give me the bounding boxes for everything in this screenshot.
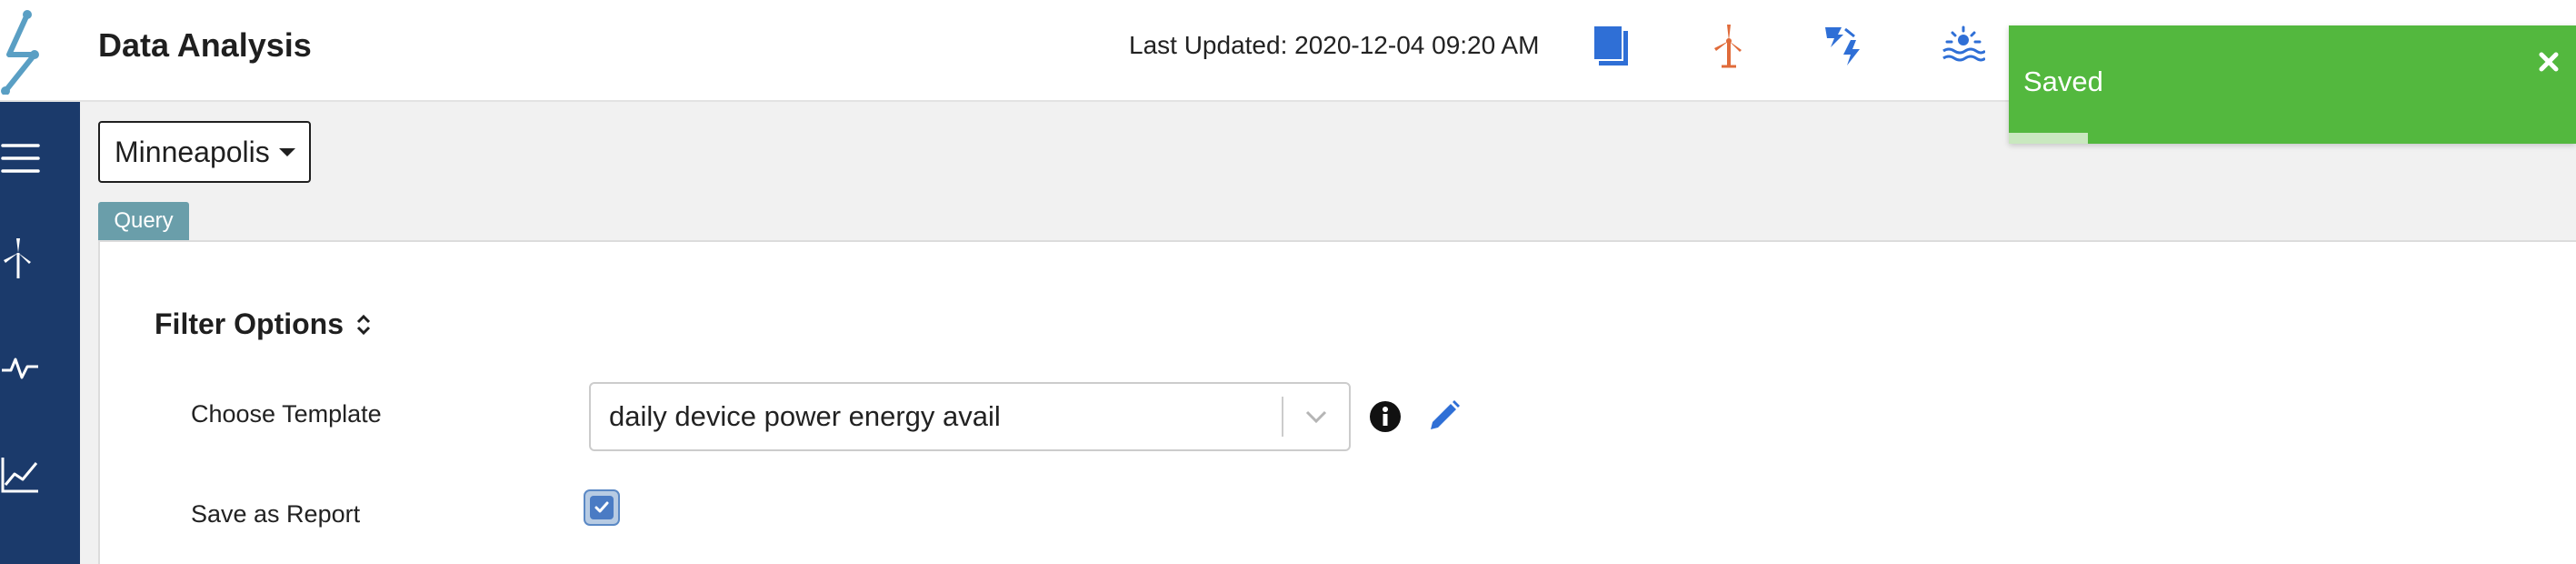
save-as-report-label: Save as Report xyxy=(191,500,361,528)
wind-turbine-icon xyxy=(4,238,31,278)
caret-down-icon xyxy=(278,147,295,156)
sidebar-item-menu[interactable] xyxy=(0,122,80,195)
template-select-value: daily device power energy avail xyxy=(609,400,1001,432)
last-updated-text: Last Updated: 2020-12-04 09:20 AM xyxy=(1129,31,1540,59)
wind-turbine-icon[interactable] xyxy=(1705,20,1752,71)
collapse-icon[interactable] xyxy=(354,310,373,339)
query-panel: Filter Options Choose Template daily dev… xyxy=(98,240,2576,564)
sidebar-item-analytics[interactable] xyxy=(0,438,80,511)
pulse-icon xyxy=(2,358,38,379)
sidebar-item-wind[interactable] xyxy=(0,222,80,295)
filter-options-header[interactable]: Filter Options xyxy=(155,307,373,341)
main-content: Minneapolis Query Filter Options Choose … xyxy=(80,102,2576,564)
close-icon[interactable] xyxy=(2536,49,2561,75)
tab-query[interactable]: Query xyxy=(98,202,189,240)
info-icon[interactable] xyxy=(1369,400,1402,433)
toast-progress-bar xyxy=(2009,133,2089,144)
choose-template-label: Choose Template xyxy=(191,400,382,428)
menu-icon xyxy=(1,144,40,173)
saved-toast: Saved xyxy=(2009,25,2576,144)
template-select[interactable]: daily device power energy avail xyxy=(589,382,1351,451)
location-dropdown[interactable]: Minneapolis xyxy=(98,121,311,183)
solar-water-icon[interactable] xyxy=(1940,20,1987,71)
app-logo[interactable] xyxy=(0,7,51,96)
sidebar-item-pulse[interactable] xyxy=(0,331,80,404)
chevron-down-icon[interactable] xyxy=(1283,383,1349,450)
page-title: Data Analysis xyxy=(98,26,312,64)
filter-options-title: Filter Options xyxy=(155,307,344,340)
sidebar xyxy=(0,102,80,564)
save-as-report-checkbox[interactable] xyxy=(584,489,620,526)
checkbox-check-icon xyxy=(590,496,614,519)
line-chart-icon xyxy=(1,458,38,493)
location-dropdown-label: Minneapolis xyxy=(115,135,270,168)
storm-power-icon[interactable] xyxy=(1822,20,1869,71)
documents-icon[interactable] xyxy=(1587,20,1634,71)
toast-message: Saved xyxy=(2023,65,2103,97)
edit-pencil-icon[interactable] xyxy=(1427,398,1462,433)
